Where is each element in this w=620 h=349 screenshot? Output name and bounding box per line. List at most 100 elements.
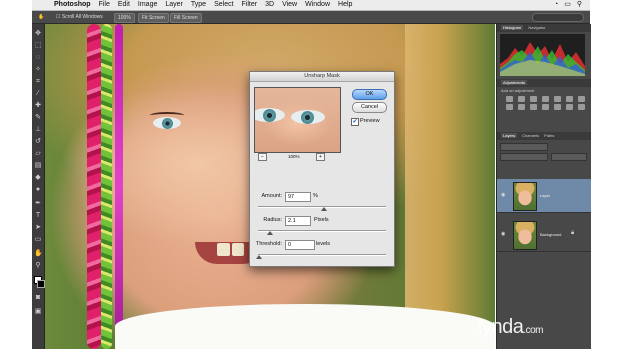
preview-label: Preview — [360, 118, 380, 124]
channel-mixer-icon[interactable] — [530, 104, 537, 110]
tab-channels[interactable]: Channels — [522, 133, 539, 138]
history-brush-tool-icon[interactable]: ↺ — [34, 138, 42, 146]
menu-help[interactable]: Help — [338, 0, 352, 10]
histogram-tabs: Histogram Navigator — [497, 24, 591, 32]
tools-panel: ✥ ⬚ ◌ ✧ ⌗ ⁄ ✚ ✎ ⊥ ↺ ▱ ▤ ◆ ● ✒ T ➤ ▭ ✋ ⚲ … — [32, 24, 45, 349]
menu-app[interactable]: Photoshop — [54, 0, 91, 10]
menu-view[interactable]: View — [282, 0, 297, 10]
pen-tool-icon[interactable]: ✒ — [34, 200, 42, 208]
screen-mode-icon[interactable]: ▣ — [34, 308, 42, 316]
type-tool-icon[interactable]: T — [34, 212, 42, 220]
tab-navigator[interactable]: Navigator — [528, 25, 545, 30]
eraser-tool-icon[interactable]: ▱ — [34, 150, 42, 158]
layers-tabs: Layers Channels Paths — [497, 132, 591, 140]
fit-screen-button[interactable]: Fit Screen — [138, 13, 169, 23]
add-adjustment-label: Add an adjustment — [501, 88, 535, 93]
radius-input[interactable]: 2.1 — [285, 216, 311, 226]
dodge-tool-icon[interactable]: ● — [34, 186, 42, 194]
layer-name: Background — [540, 232, 562, 237]
path-selection-tool-icon[interactable]: ➤ — [34, 224, 42, 232]
menu-bar: Photoshop File Edit Image Layer Type Sel… — [32, 0, 590, 11]
layer-row[interactable]: ◉ Layer — [497, 179, 591, 213]
black-white-icon[interactable] — [506, 104, 513, 110]
wifi-icon[interactable]: ◔ — [554, 0, 558, 10]
background-color-swatch[interactable] — [37, 280, 45, 288]
status-icons: ◔ ▭ ⚲ — [554, 0, 582, 10]
zoom-out-button[interactable]: − — [258, 153, 267, 161]
right-panels: Histogram Navigator Adjustments Add an a… — [496, 24, 591, 349]
threshold-slider-track[interactable] — [258, 254, 386, 256]
eyedropper-tool-icon[interactable]: ⁄ — [34, 90, 42, 98]
amount-label: Amount: — [261, 193, 282, 199]
curves-icon[interactable] — [530, 96, 537, 102]
tab-adjustments[interactable]: Adjustments — [501, 80, 528, 85]
exposure-icon[interactable] — [542, 96, 549, 102]
spotlight-search-icon[interactable]: ⚲ — [577, 0, 582, 10]
levels-icon[interactable] — [518, 96, 525, 102]
green-braid — [101, 24, 112, 349]
fill-screen-button[interactable]: Fill Screen — [170, 13, 202, 23]
unsharp-mask-dialog: Unsharp Mask − 100% + OK Cancel ✔ Previe… — [249, 71, 395, 267]
menu-type[interactable]: Type — [191, 0, 206, 10]
lasso-tool-icon[interactable]: ◌ — [34, 54, 42, 62]
shape-tool-icon[interactable]: ▭ — [34, 236, 42, 244]
radius-slider-handle[interactable] — [267, 231, 273, 235]
menu-3d[interactable]: 3D — [265, 0, 274, 10]
photo-filter-icon[interactable] — [518, 104, 525, 110]
blur-tool-icon[interactable]: ◆ — [34, 174, 42, 182]
color-lookup-icon[interactable] — [542, 104, 549, 110]
magic-wand-tool-icon[interactable]: ✧ — [34, 66, 42, 74]
quick-mask-icon[interactable]: ◙ — [34, 294, 42, 302]
menu-layer[interactable]: Layer — [165, 0, 183, 10]
vibrance-icon[interactable] — [554, 96, 561, 102]
tab-layers[interactable]: Layers — [501, 133, 518, 138]
pink-braid — [87, 24, 101, 349]
threshold-slider-handle[interactable] — [256, 255, 262, 259]
blend-mode-select[interactable] — [500, 153, 548, 161]
healing-brush-tool-icon[interactable]: ✚ — [34, 102, 42, 110]
crop-tool-icon[interactable]: ⌗ — [34, 78, 42, 86]
workspace-search-field[interactable] — [532, 13, 584, 22]
hand-tool-icon[interactable]: ✋ — [34, 250, 43, 258]
scroll-all-windows-checkbox[interactable]: ☐ Scroll All Windows — [56, 13, 103, 21]
zoom-in-button[interactable]: + — [316, 153, 325, 161]
hue-saturation-icon[interactable] — [566, 96, 573, 102]
tab-paths[interactable]: Paths — [544, 133, 554, 138]
visibility-eye-icon[interactable]: ◉ — [501, 192, 505, 198]
amount-slider-handle[interactable] — [321, 207, 327, 211]
menu-image[interactable]: Image — [138, 0, 157, 10]
menu-edit[interactable]: Edit — [118, 0, 130, 10]
marquee-tool-icon[interactable]: ⬚ — [34, 42, 42, 50]
preview-thumbnail[interactable] — [254, 87, 341, 153]
clone-stamp-tool-icon[interactable]: ⊥ — [34, 126, 42, 134]
zoom-100-button[interactable]: 100% — [114, 13, 135, 23]
hand-tool-icon: ✋ — [38, 14, 45, 20]
threshold-icon[interactable] — [578, 104, 585, 110]
menu-window[interactable]: Window — [305, 0, 330, 10]
move-tool-icon[interactable]: ✥ — [34, 30, 42, 38]
layer-filter-select[interactable] — [500, 143, 548, 151]
opacity-field[interactable] — [551, 153, 587, 161]
cancel-button[interactable]: Cancel — [352, 102, 387, 113]
brightness-icon[interactable] — [506, 96, 513, 102]
threshold-input[interactable]: 0 — [285, 240, 315, 250]
amount-input[interactable]: 97 — [285, 192, 311, 202]
brush-tool-icon[interactable]: ✎ — [34, 114, 42, 122]
ok-button[interactable]: OK — [352, 89, 387, 100]
menu-select[interactable]: Select — [214, 0, 233, 10]
menu-file[interactable]: File — [99, 0, 110, 10]
menu-filter[interactable]: Filter — [242, 0, 258, 10]
tab-histogram[interactable]: Histogram — [501, 25, 524, 30]
visibility-eye-icon[interactable]: ◉ — [501, 231, 505, 237]
hair-right — [405, 24, 495, 349]
gradient-tool-icon[interactable]: ▤ — [34, 162, 42, 170]
radius-slider-track[interactable] — [258, 230, 386, 232]
threshold-label: Threshold: — [256, 241, 282, 247]
preview-checkbox[interactable]: ✔ — [351, 118, 359, 126]
layer-row[interactable]: ◉ Background 🔒︎ — [497, 218, 591, 252]
posterize-icon[interactable] — [566, 104, 573, 110]
color-balance-icon[interactable] — [578, 96, 585, 102]
zoom-tool-icon[interactable]: ⚲ — [34, 262, 42, 270]
battery-icon[interactable]: ▭ — [564, 0, 571, 10]
invert-icon[interactable] — [554, 104, 561, 110]
